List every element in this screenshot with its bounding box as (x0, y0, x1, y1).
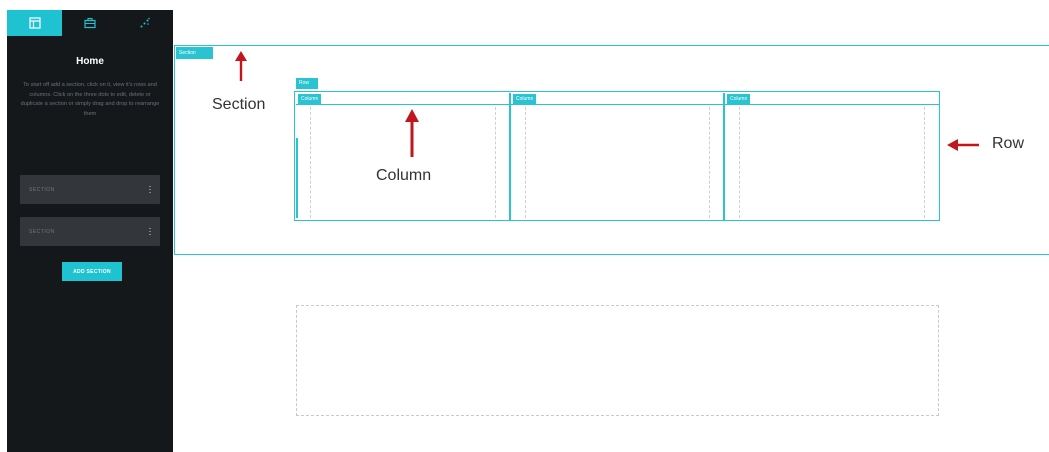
section-tag[interactable]: Section (176, 47, 213, 59)
column-arrow-icon (405, 109, 419, 157)
sidebar-tabs (7, 10, 173, 36)
column[interactable]: Column (725, 93, 939, 220)
row-annotation: Row (992, 135, 1025, 152)
tab-modules[interactable] (62, 10, 117, 36)
sidebar-description: To start off add a section, click on it,… (20, 82, 160, 117)
column-tag[interactable]: Column (727, 94, 751, 105)
column-content-area (739, 107, 925, 218)
column-content-area (310, 107, 496, 218)
layout-icon (29, 17, 41, 29)
sidebar: Home To start off add a section, click o… (7, 10, 173, 452)
add-section-button[interactable]: ADD SECTION (62, 262, 122, 281)
column-header: Column (296, 93, 510, 105)
sidebar-section-label: SECTION (29, 228, 55, 235)
more-options-icon[interactable] (149, 185, 151, 194)
column-drag-handle[interactable] (296, 138, 298, 218)
sparkle-icon (139, 17, 151, 29)
row-tag[interactable]: Row (296, 78, 318, 89)
column-header: Column (511, 93, 724, 105)
section-arrow-icon (235, 51, 247, 81)
column-header: Column (725, 93, 939, 105)
column-annotation: Column (376, 167, 432, 184)
empty-section-placeholder[interactable] (296, 305, 939, 416)
tab-layout[interactable] (7, 10, 63, 36)
column-content-area (525, 107, 710, 218)
column-tag[interactable]: Column (298, 94, 322, 105)
column[interactable]: Column (296, 93, 510, 220)
section-annotation: Section (212, 96, 266, 113)
sidebar-section-label: SECTION (29, 186, 55, 193)
briefcase-icon (84, 17, 96, 29)
sidebar-section-item[interactable]: SECTION (20, 175, 160, 204)
column[interactable]: Column (511, 93, 724, 220)
column-tag[interactable]: Column (513, 94, 537, 105)
sidebar-title: Home (76, 56, 104, 67)
row-arrow-icon (947, 139, 979, 151)
tab-design[interactable] (118, 10, 173, 36)
more-options-icon[interactable] (149, 227, 151, 236)
sidebar-section-item[interactable]: SECTION (20, 217, 160, 246)
